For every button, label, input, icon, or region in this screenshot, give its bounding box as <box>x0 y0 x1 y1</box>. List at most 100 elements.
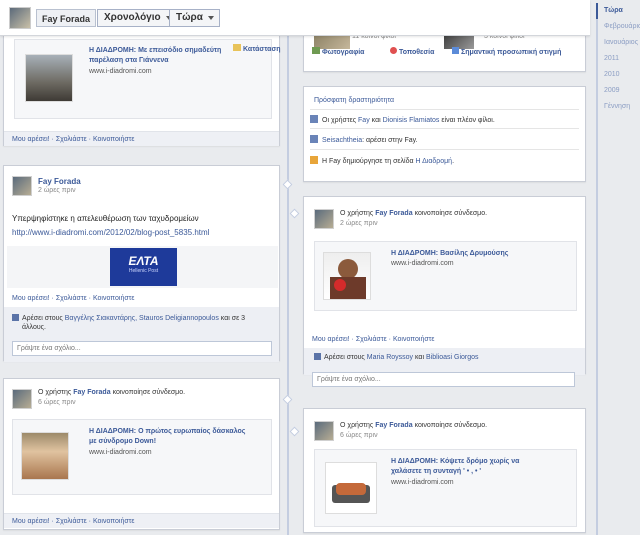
status-tab[interactable]: Κατάσταση <box>233 44 281 53</box>
link-preview[interactable]: ΕΛΤΑ Hellenic Post <box>7 246 278 288</box>
activity-text: είναι πλέον φίλοι. <box>441 117 495 124</box>
shared-link[interactable]: Η ΔΙΑΔΡΟΜΗ: Ο πρώτος ευρωπαίος δάσκαλος … <box>12 419 272 495</box>
timeline-marker <box>289 426 300 437</box>
user-link[interactable]: Fay <box>358 117 370 124</box>
link-title[interactable]: Η ΔΙΑΔΡΟΜΗ: Ο πρώτος ευρωπαίος δάσκαλος <box>89 427 245 437</box>
activity-item: Seisachtheia: αρέσει στην Fay. <box>310 135 418 144</box>
link-url: www.i-diadromi.com <box>89 68 152 75</box>
link-title-2[interactable]: με σύνδρομο Down! <box>89 437 156 447</box>
page-link[interactable]: Seisachtheia <box>322 137 362 144</box>
share-link[interactable]: Κοινοποιήστε <box>93 295 135 302</box>
comment-link[interactable]: Σχολιάστε <box>356 336 387 343</box>
header-text: κοινοποίησε σύνδεσμο. <box>414 422 488 429</box>
divider <box>310 128 579 129</box>
comment-link[interactable]: Σχολιάστε <box>56 518 87 525</box>
comment-link[interactable]: Σχολιάστε <box>56 136 87 143</box>
post-time[interactable]: 6 ώρες πριν <box>340 432 378 439</box>
shared-link[interactable]: Η ΔΙΑΔΡΟΜΗ: Κόψετε δρόμο χωρίς να χαλάσε… <box>314 449 577 527</box>
location-pin-icon <box>390 47 397 54</box>
author-avatar[interactable] <box>12 389 32 409</box>
author-name[interactable]: Fay Forada <box>375 422 412 429</box>
thumbs-up-icon <box>314 353 321 360</box>
link-thumbnail[interactable] <box>325 462 377 514</box>
liker-link[interactable]: Biblioasi Giorgos <box>426 354 479 361</box>
activity-item: Η Fay δημιούργησε τη σελίδα Η Διαδρομή. <box>310 156 454 165</box>
shared-link[interactable]: Η ΔΙΑΔΡΟΜΗ: Βασίλης Δρυμούσης www.i-diad… <box>314 241 577 311</box>
header-text: κοινοποίησε σύνδεσμο. <box>112 389 186 396</box>
post-time[interactable]: 2 ώρες πριν <box>340 220 378 227</box>
link-title-2[interactable]: χαλάσετε τη συνταγή ' • , • ' <box>391 467 481 477</box>
year-item-now[interactable]: Τώρα <box>596 3 640 19</box>
activity-text: Η Fay δημιούργησε τη σελίδα <box>322 158 414 165</box>
link-thumbnail[interactable] <box>25 54 73 102</box>
year-item-january[interactable]: Ιανουάριος <box>598 35 640 51</box>
like-link[interactable]: Μου αρέσει! <box>312 336 350 343</box>
photo-button[interactable]: Φωτογραφία <box>312 47 364 56</box>
activity-item: Οι χρήστες Fay και Dionisis Flamiatos εί… <box>310 115 495 124</box>
author-avatar[interactable] <box>314 421 334 441</box>
page-link[interactable]: Η Διαδρομή <box>415 158 452 165</box>
post-time[interactable]: 6 ώρες πριν <box>38 399 76 406</box>
year-item-birth[interactable]: Γέννηση <box>598 99 640 115</box>
likes-text: Αρέσει στους <box>22 315 63 322</box>
post-link[interactable]: http://www.i-diadromi.com/2012/02/blog-p… <box>12 228 209 237</box>
share-header: Ο χρήστης Fay Forada κοινοποίησε σύνδεσμ… <box>38 389 185 396</box>
recent-activity-box: Πρόσφατη δραστηριότητα Οι χρήστες Fay κα… <box>303 86 586 182</box>
now-label: Τώρα <box>176 12 203 23</box>
now-dropdown[interactable]: Τώρα <box>169 9 220 27</box>
place-button[interactable]: Τοποθεσία <box>390 47 434 56</box>
timeline-marker <box>282 394 293 405</box>
user-link[interactable]: Dionisis Flamiatos <box>383 117 440 124</box>
comment-input[interactable]: Γράψτε ένα σχόλιο... <box>312 372 575 387</box>
share-header: Ο χρήστης Fay Forada κοινοποίησε σύνδεσμ… <box>340 422 487 429</box>
timeline-spine <box>287 0 289 535</box>
author-avatar[interactable] <box>12 176 32 196</box>
author-name[interactable]: Fay Forada <box>73 389 110 396</box>
share-link[interactable]: Κοινοποιήστε <box>93 518 135 525</box>
comment-input[interactable]: Γράψτε ένα σχόλιο... <box>12 341 272 356</box>
divider <box>310 149 579 150</box>
life-event-button[interactable]: Σημαντική προσωπική στιγμή <box>452 47 561 56</box>
author-name[interactable]: Fay Forada <box>38 177 81 186</box>
liker-link[interactable]: Maria Royssoy <box>367 354 413 361</box>
likes-text: και σε 3 <box>220 315 246 322</box>
post-time[interactable]: 2 ώρες πριν <box>38 187 76 194</box>
likes-summary: Αρέσει στους Βαγγέλης Σιακαντάρης, Staur… <box>12 314 272 332</box>
like-link[interactable]: Μου αρέσει! <box>12 136 50 143</box>
share-link[interactable]: Κοινοποιήστε <box>393 336 435 343</box>
likes-text: και <box>415 354 425 361</box>
likers-link[interactable]: Βαγγέλης Σιακαντάρης, Stauros Deligianno… <box>65 315 219 322</box>
like-link[interactable]: Μου αρέσει! <box>12 295 50 302</box>
photo-label: Φωτογραφία <box>322 49 365 56</box>
link-title[interactable]: Η ΔΙΑΔΡΟΜΗ: Βασίλης Δρυμούσης <box>391 249 508 259</box>
post-card: Ο χρήστης Fay Forada κοινοποίησε σύνδεσμ… <box>303 196 586 375</box>
year-item-february[interactable]: Φεβρουάριος <box>598 19 640 35</box>
share-header: Ο χρήστης Fay Forada κοινοποίησε σύνδεσμ… <box>340 210 487 217</box>
status-icon <box>233 44 241 51</box>
logo-subtitle: Hellenic Post <box>128 268 159 274</box>
share-link[interactable]: Κοινοποιήστε <box>93 136 135 143</box>
author-avatar[interactable] <box>314 209 334 229</box>
activity-text: . <box>452 158 455 165</box>
year-item-2011[interactable]: 2011 <box>598 51 640 67</box>
divider <box>310 109 579 110</box>
link-title[interactable]: Η ΔΙΑΔΡΟΜΗ: Κόψετε δρόμο χωρίς να <box>391 457 519 467</box>
comment-link[interactable]: Σχολιάστε <box>56 295 87 302</box>
link-thumbnail[interactable] <box>21 432 69 480</box>
like-link[interactable]: Μου αρέσει! <box>12 518 50 525</box>
link-title-2[interactable]: παρέλαση στα Γιάννενα <box>89 56 169 66</box>
profile-name-button[interactable]: Fay Forada <box>36 9 97 27</box>
year-item-2010[interactable]: 2010 <box>598 67 640 83</box>
year-item-2009[interactable]: 2009 <box>598 83 640 99</box>
profile-avatar[interactable] <box>9 7 31 29</box>
link-title[interactable]: Η ΔΙΑΔΡΟΜΗ: Με επεισόδιο σημαδεύτη <box>89 46 221 56</box>
friends-icon <box>310 115 318 123</box>
activity-title: Πρόσφατη δραστηριότητα <box>314 97 395 104</box>
timeline-marker <box>289 208 300 219</box>
timeline-dropdown[interactable]: Χρονολόγιο <box>97 9 178 27</box>
header-text: Ο χρήστης <box>340 422 374 429</box>
link-thumbnail[interactable] <box>323 252 371 300</box>
like-icon <box>310 135 318 143</box>
logo-text: ΕΛΤΑ <box>128 254 159 268</box>
author-name[interactable]: Fay Forada <box>375 210 412 217</box>
